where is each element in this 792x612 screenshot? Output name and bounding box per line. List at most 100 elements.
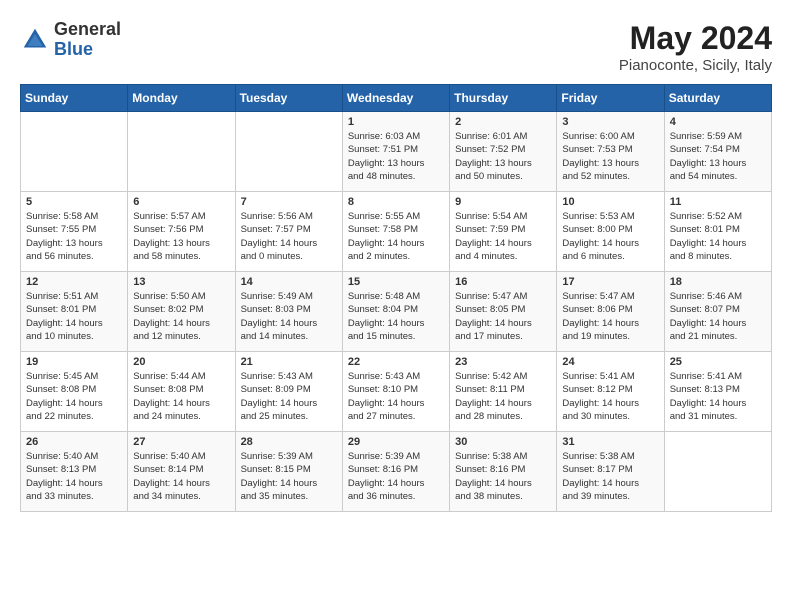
calendar-cell: 20Sunrise: 5:44 AM Sunset: 8:08 PM Dayli… xyxy=(128,352,235,432)
day-info: Sunrise: 5:40 AM Sunset: 8:14 PM Dayligh… xyxy=(133,450,229,503)
logo: General Blue xyxy=(20,20,121,60)
calendar-cell: 8 Sunrise: 5:55 AM Sunset: 7:58 PM Daylig… xyxy=(342,192,449,272)
day-number: 29 xyxy=(348,436,444,448)
day-info: Sunrise: 5:39 AM Sunset: 8:16 PM Dayligh… xyxy=(348,450,444,503)
day-info: Sunrise: 5:51 AM Sunset: 8:01 PM Dayligh… xyxy=(26,290,122,343)
weekday-header: Sunday xyxy=(21,85,128,112)
day-info: Sunrise: 5:54 AM Sunset: 7:59 PM Dayligh… xyxy=(455,210,551,263)
day-number: 21 xyxy=(241,356,337,368)
calendar-cell: 27 Sunrise: 5:40 AM Sunset: 8:14 PM Dayli… xyxy=(128,432,235,512)
day-number: 14 xyxy=(241,276,337,288)
day-number: 17 xyxy=(562,276,658,288)
calendar-cell: 26 Sunrise: 5:40 AM Sunset: 8:13 PM Dayli… xyxy=(21,432,128,512)
calendar-body: 1 Sunrise: 6:03 AM Sunset: 7:51 PM Daylig… xyxy=(21,112,772,512)
day-info: Sunrise: 5:57 AM Sunset: 7:56 PM Dayligh… xyxy=(133,210,229,263)
weekday-header: Monday xyxy=(128,85,235,112)
day-number: 22 xyxy=(348,356,444,368)
calendar-cell: 25 Sunrise: 5:41 AM Sunset: 8:13 PM Dayli… xyxy=(664,352,771,432)
day-info: Sunrise: 5:50 AM Sunset: 8:02 PM Dayligh… xyxy=(133,290,229,343)
day-number: 19 xyxy=(26,356,122,368)
calendar-cell: 16Sunrise: 5:47 AM Sunset: 8:05 PM Dayli… xyxy=(450,272,557,352)
weekday-header: Tuesday xyxy=(235,85,342,112)
day-number: 8 xyxy=(348,196,444,208)
day-info: Sunrise: 5:58 AM Sunset: 7:55 PM Dayligh… xyxy=(26,210,122,263)
calendar-cell: 10 Sunrise: 5:53 AM Sunset: 8:00 PM Dayli… xyxy=(557,192,664,272)
calendar-cell: 3Sunrise: 6:00 AM Sunset: 7:53 PM Daylig… xyxy=(557,112,664,192)
calendar-cell xyxy=(21,112,128,192)
calendar-cell: 1 Sunrise: 6:03 AM Sunset: 7:51 PM Daylig… xyxy=(342,112,449,192)
day-info: Sunrise: 5:41 AM Sunset: 8:13 PM Dayligh… xyxy=(670,370,766,423)
calendar-cell: 13 Sunrise: 5:50 AM Sunset: 8:02 PM Dayli… xyxy=(128,272,235,352)
calendar-week-row: 5 Sunrise: 5:58 AM Sunset: 7:55 PM Daylig… xyxy=(21,192,772,272)
day-number: 1 xyxy=(348,116,444,128)
day-number: 6 xyxy=(133,196,229,208)
day-info: Sunrise: 5:40 AM Sunset: 8:13 PM Dayligh… xyxy=(26,450,122,503)
calendar-cell: 29 Sunrise: 5:39 AM Sunset: 8:16 PM Dayli… xyxy=(342,432,449,512)
calendar-table: SundayMondayTuesdayWednesdayThursdayFrid… xyxy=(20,84,772,512)
day-info: Sunrise: 5:41 AM Sunset: 8:12 PM Dayligh… xyxy=(562,370,658,423)
day-info: Sunrise: 5:46 AM Sunset: 8:07 PM Dayligh… xyxy=(670,290,766,343)
calendar-cell: 12Sunrise: 5:51 AM Sunset: 8:01 PM Dayli… xyxy=(21,272,128,352)
day-info: Sunrise: 5:45 AM Sunset: 8:08 PM Dayligh… xyxy=(26,370,122,423)
day-number: 2 xyxy=(455,116,551,128)
day-number: 11 xyxy=(670,196,766,208)
calendar-week-row: 1 Sunrise: 6:03 AM Sunset: 7:51 PM Daylig… xyxy=(21,112,772,192)
day-number: 13 xyxy=(133,276,229,288)
day-number: 20 xyxy=(133,356,229,368)
day-info: Sunrise: 5:39 AM Sunset: 8:15 PM Dayligh… xyxy=(241,450,337,503)
weekday-header: Saturday xyxy=(664,85,771,112)
month-title: May 2024 xyxy=(619,20,772,57)
calendar-header: SundayMondayTuesdayWednesdayThursdayFrid… xyxy=(21,85,772,112)
calendar-cell: 15Sunrise: 5:48 AM Sunset: 8:04 PM Dayli… xyxy=(342,272,449,352)
day-info: Sunrise: 5:59 AM Sunset: 7:54 PM Dayligh… xyxy=(670,130,766,183)
day-info: Sunrise: 5:47 AM Sunset: 8:06 PM Dayligh… xyxy=(562,290,658,343)
calendar-cell: 9Sunrise: 5:54 AM Sunset: 7:59 PM Daylig… xyxy=(450,192,557,272)
day-info: Sunrise: 5:43 AM Sunset: 8:10 PM Dayligh… xyxy=(348,370,444,423)
calendar-cell xyxy=(664,432,771,512)
day-number: 15 xyxy=(348,276,444,288)
day-info: Sunrise: 6:03 AM Sunset: 7:51 PM Dayligh… xyxy=(348,130,444,183)
day-info: Sunrise: 5:49 AM Sunset: 8:03 PM Dayligh… xyxy=(241,290,337,343)
logo-icon xyxy=(20,25,50,55)
day-info: Sunrise: 5:42 AM Sunset: 8:11 PM Dayligh… xyxy=(455,370,551,423)
day-number: 31 xyxy=(562,436,658,448)
calendar-cell: 22 Sunrise: 5:43 AM Sunset: 8:10 PM Dayli… xyxy=(342,352,449,432)
page-header: General Blue May 2024 Pianoconte, Sicily… xyxy=(20,20,772,74)
calendar-cell: 7Sunrise: 5:56 AM Sunset: 7:57 PM Daylig… xyxy=(235,192,342,272)
logo-text: General Blue xyxy=(54,20,121,60)
day-info: Sunrise: 5:52 AM Sunset: 8:01 PM Dayligh… xyxy=(670,210,766,263)
day-number: 23 xyxy=(455,356,551,368)
day-info: Sunrise: 5:38 AM Sunset: 8:17 PM Dayligh… xyxy=(562,450,658,503)
calendar-cell: 5 Sunrise: 5:58 AM Sunset: 7:55 PM Daylig… xyxy=(21,192,128,272)
day-number: 16 xyxy=(455,276,551,288)
day-number: 10 xyxy=(562,196,658,208)
calendar-cell: 6 Sunrise: 5:57 AM Sunset: 7:56 PM Daylig… xyxy=(128,192,235,272)
calendar-cell: 14 Sunrise: 5:49 AM Sunset: 8:03 PM Dayli… xyxy=(235,272,342,352)
day-number: 27 xyxy=(133,436,229,448)
day-info: Sunrise: 5:56 AM Sunset: 7:57 PM Dayligh… xyxy=(241,210,337,263)
day-number: 4 xyxy=(670,116,766,128)
weekday-row: SundayMondayTuesdayWednesdayThursdayFrid… xyxy=(21,85,772,112)
day-info: Sunrise: 5:55 AM Sunset: 7:58 PM Dayligh… xyxy=(348,210,444,263)
day-number: 24 xyxy=(562,356,658,368)
calendar-week-row: 12Sunrise: 5:51 AM Sunset: 8:01 PM Dayli… xyxy=(21,272,772,352)
calendar-cell: 30Sunrise: 5:38 AM Sunset: 8:16 PM Dayli… xyxy=(450,432,557,512)
day-number: 28 xyxy=(241,436,337,448)
calendar-cell xyxy=(235,112,342,192)
day-number: 25 xyxy=(670,356,766,368)
day-number: 30 xyxy=(455,436,551,448)
calendar-cell: 21Sunrise: 5:43 AM Sunset: 8:09 PM Dayli… xyxy=(235,352,342,432)
calendar-cell: 2Sunrise: 6:01 AM Sunset: 7:52 PM Daylig… xyxy=(450,112,557,192)
calendar-cell: 4 Sunrise: 5:59 AM Sunset: 7:54 PM Daylig… xyxy=(664,112,771,192)
day-number: 3 xyxy=(562,116,658,128)
day-info: Sunrise: 5:53 AM Sunset: 8:00 PM Dayligh… xyxy=(562,210,658,263)
day-number: 5 xyxy=(26,196,122,208)
calendar-cell xyxy=(128,112,235,192)
weekday-header: Thursday xyxy=(450,85,557,112)
calendar-week-row: 19 Sunrise: 5:45 AM Sunset: 8:08 PM Dayli… xyxy=(21,352,772,432)
calendar-week-row: 26 Sunrise: 5:40 AM Sunset: 8:13 PM Dayli… xyxy=(21,432,772,512)
calendar-cell: 23 Sunrise: 5:42 AM Sunset: 8:11 PM Dayli… xyxy=(450,352,557,432)
day-number: 26 xyxy=(26,436,122,448)
calendar-cell: 17 Sunrise: 5:47 AM Sunset: 8:06 PM Dayli… xyxy=(557,272,664,352)
calendar-cell: 11 Sunrise: 5:52 AM Sunset: 8:01 PM Dayli… xyxy=(664,192,771,272)
